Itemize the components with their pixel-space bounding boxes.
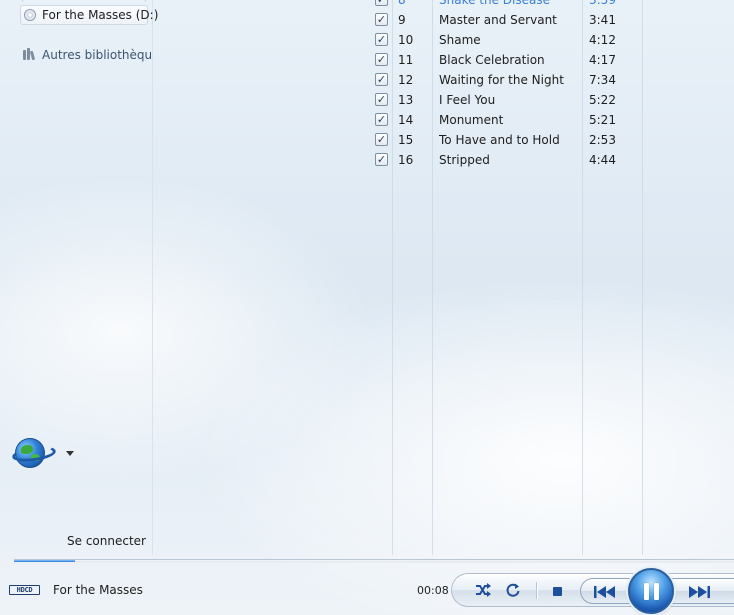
track-checkbox[interactable]: ✓ [375, 133, 388, 146]
track-checkbox[interactable]: ✓ [375, 53, 388, 66]
next-button[interactable] [685, 584, 713, 600]
track-checkbox[interactable]: ✓ [375, 33, 388, 46]
track-title: Black Celebration [439, 53, 545, 67]
shuffle-button[interactable] [472, 581, 494, 599]
stop-icon [552, 586, 562, 596]
table-row[interactable]: ✓ 13 I Feel You 5:22 [370, 90, 640, 110]
previous-button[interactable] [591, 584, 619, 600]
table-row[interactable]: ✓ 9 Master and Servant 3:41 [370, 10, 640, 30]
track-duration: 4:17 [589, 53, 616, 67]
next-icon [689, 586, 710, 598]
table-row[interactable]: ✓ 10 Shame 4:12 [370, 30, 640, 50]
track-checkbox[interactable]: ✓ [375, 153, 388, 166]
track-number: 10 [398, 33, 414, 47]
track-duration: 5:21 [589, 113, 616, 127]
table-row[interactable]: ✓ 12 Waiting for the Night 7:34 [370, 70, 640, 90]
track-title: Waiting for the Night [439, 73, 564, 87]
track-number: 13 [398, 93, 414, 107]
playback-controls [451, 568, 734, 614]
pause-icon [653, 582, 659, 600]
track-list: ✓ 8 Shake the Disease 3:59 ✓ 9 Master and Serv… [0, 0, 734, 555]
track-duration: 3:41 [589, 13, 616, 27]
pause-button[interactable] [628, 568, 674, 614]
shuffle-icon [476, 583, 491, 597]
track-title: Master and Servant [439, 13, 557, 27]
track-checkbox[interactable]: ✓ [375, 73, 388, 86]
pause-icon [643, 582, 649, 600]
elapsed-time: 00:08 [417, 584, 449, 597]
seek-bar-progress [14, 560, 76, 562]
track-checkbox[interactable]: ✓ [375, 13, 388, 26]
player-bar: HDCD For the Masses 00:08 [0, 566, 734, 615]
track-title: Monument [439, 113, 504, 127]
track-title: Shame [439, 33, 481, 47]
controls-divider [536, 582, 537, 599]
track-number: 12 [398, 73, 414, 87]
track-duration: 2:53 [589, 133, 616, 147]
now-playing-title: For the Masses [53, 583, 143, 597]
track-duration: 3:59 [589, 0, 616, 7]
track-number: 11 [398, 53, 414, 67]
stop-button[interactable] [548, 582, 566, 600]
track-title: Stripped [439, 153, 490, 167]
track-duration: 4:12 [589, 33, 616, 47]
table-row[interactable]: ✓ 14 Monument 5:21 [370, 110, 640, 130]
track-title: Shake the Disease [439, 0, 550, 7]
track-number: 15 [398, 133, 414, 147]
track-checkbox[interactable]: ✓ [375, 93, 388, 106]
table-row[interactable]: ✓ 15 To Have and to Hold 2:53 [370, 130, 640, 150]
track-number: 16 [398, 153, 414, 167]
track-number: 9 [398, 13, 406, 27]
seek-bar[interactable] [14, 559, 734, 563]
track-duration: 5:22 [589, 93, 616, 107]
hdcd-badge: HDCD [9, 585, 40, 595]
repeat-button[interactable] [502, 581, 524, 599]
previous-icon [594, 586, 615, 598]
track-checkbox[interactable]: ✓ [375, 0, 388, 6]
track-duration: 7:34 [589, 73, 616, 87]
track-title: I Feel You [439, 93, 496, 107]
table-row[interactable]: ✓ 11 Black Celebration 4:17 [370, 50, 640, 70]
track-duration: 4:44 [589, 153, 616, 167]
table-row[interactable]: ✓ 16 Stripped 4:44 [370, 150, 640, 170]
table-row[interactable]: ✓ 8 Shake the Disease 3:59 [370, 0, 640, 10]
track-checkbox[interactable]: ✓ [375, 113, 388, 126]
track-title: To Have and to Hold [439, 133, 560, 147]
repeat-icon [506, 583, 520, 597]
track-number: 14 [398, 113, 414, 127]
column-separator [642, 0, 643, 555]
track-number: 8 [398, 0, 406, 7]
